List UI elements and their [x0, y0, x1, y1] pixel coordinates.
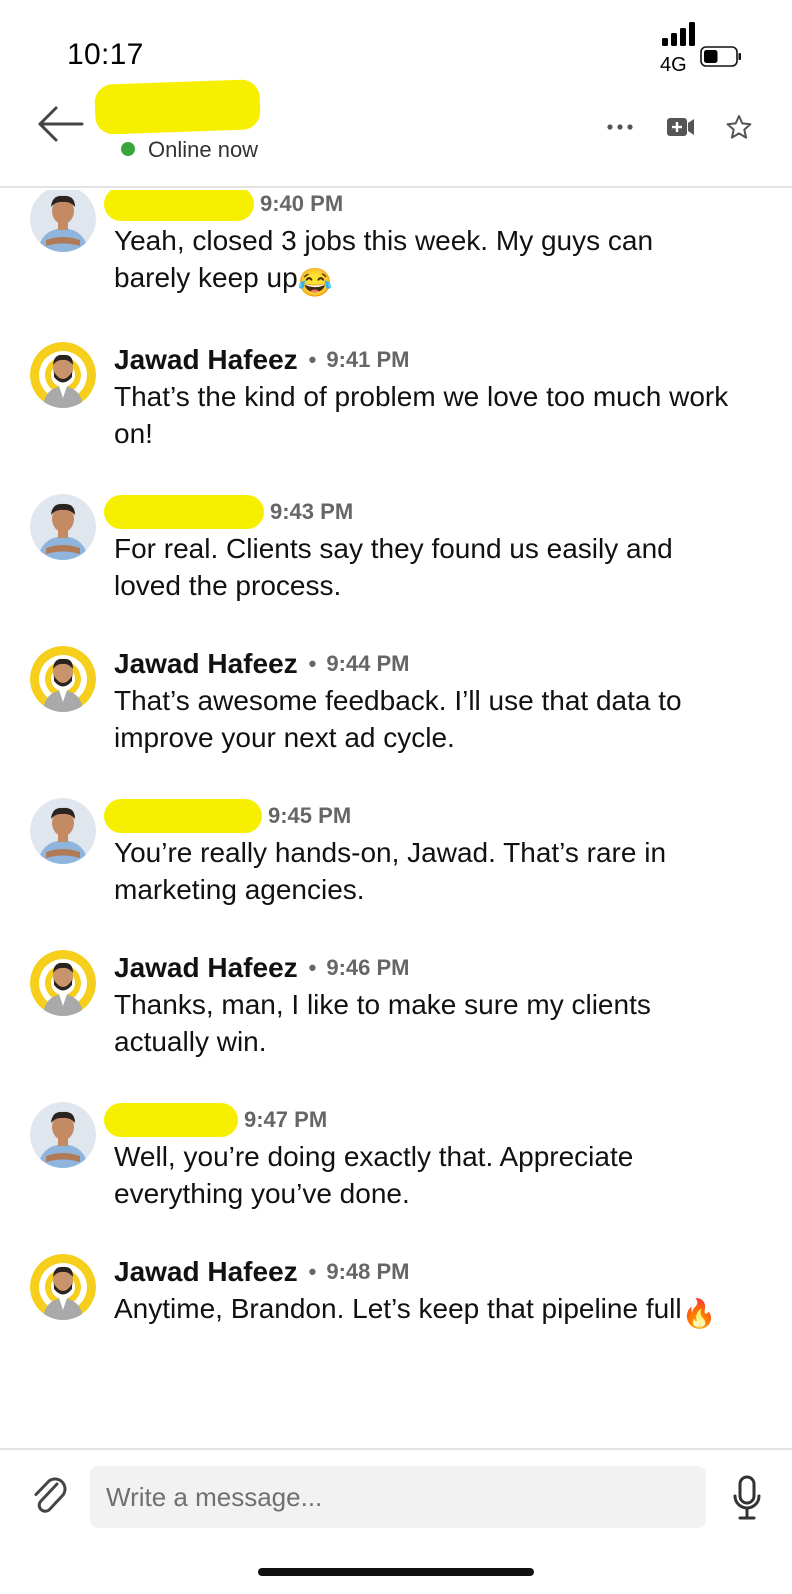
message-text: Thanks, man, I like to make sure my clie…	[114, 989, 651, 1057]
separator-dot: •	[308, 1259, 317, 1284]
avatar-contact[interactable]	[30, 190, 96, 252]
message-input[interactable]	[90, 1466, 706, 1528]
home-indicator	[258, 1568, 534, 1576]
avatar-contact[interactable]	[30, 798, 96, 864]
sender-name-redacted[interactable]	[104, 190, 254, 221]
message-item[interactable]: Jawad Hafeez • 9:41 PM That’s the kind of p…	[0, 342, 792, 494]
message-time: 9:46 PM	[326, 955, 410, 980]
avatar-jawad-hafeez[interactable]	[30, 1254, 96, 1320]
message-item[interactable]: Jawad Hafeez • 9:48 PM Anytime, Brandon. Le…	[0, 1254, 792, 1406]
separator-dot: •	[308, 651, 317, 676]
battery-icon	[700, 46, 741, 67]
avatar-contact[interactable]	[30, 494, 96, 560]
message-text: Anytime, Brandon. Let’s keep that pipeli…	[114, 1290, 734, 1332]
paperclip-icon[interactable]	[30, 1474, 70, 1518]
avatar-jawad-hafeez[interactable]	[30, 342, 96, 408]
presence-status: Online now	[148, 137, 259, 162]
status-time: 10:17	[67, 38, 144, 71]
message-time: 9:40 PM	[260, 191, 344, 216]
avatar-contact[interactable]	[30, 1102, 96, 1168]
sender-name[interactable]: Jawad Hafeez	[114, 1256, 298, 1288]
message-time: 9:41 PM	[326, 347, 410, 372]
laughing-emoji-icon: 😂	[297, 267, 333, 298]
status-bar: 10:17 4G	[0, 0, 792, 90]
signal-icon	[662, 22, 695, 46]
sender-name-redacted[interactable]	[104, 799, 262, 833]
microphone-icon[interactable]	[732, 1474, 762, 1524]
star-icon[interactable]	[722, 112, 756, 142]
message-time: 9:44 PM	[326, 651, 410, 676]
message-time: 9:47 PM	[244, 1107, 328, 1132]
message-composer	[0, 1448, 792, 1594]
back-arrow-icon[interactable]	[36, 104, 86, 144]
message-text: Well, you’re doing exactly that. Appreci…	[114, 1141, 634, 1209]
message-text: That’s the kind of problem we love too m…	[114, 381, 729, 449]
sender-name[interactable]: Jawad Hafeez	[114, 648, 298, 680]
message-text: Yeah, closed 3 jobs this week. My guys c…	[114, 222, 734, 301]
message-time: 9:43 PM	[270, 499, 354, 524]
sender-name-redacted[interactable]	[104, 495, 264, 529]
online-status-dot	[121, 142, 135, 156]
message-item[interactable]: 9:47 PM Well, you’re doing exactly that. …	[0, 1102, 792, 1254]
message-list[interactable]: 9:40 PM Yeah, closed 3 jobs this week. My…	[0, 190, 792, 1448]
message-item[interactable]: Jawad Hafeez • 9:44 PM That’s awesome feedb…	[0, 646, 792, 798]
message-item[interactable]: 9:43 PM For real. Clients say they found …	[0, 494, 792, 646]
avatar-jawad-hafeez[interactable]	[30, 646, 96, 712]
conversation-header: Online now	[0, 79, 792, 188]
message-item[interactable]: 9:40 PM Yeah, closed 3 jobs this week. My…	[0, 190, 792, 338]
fire-emoji-icon: 🔥	[681, 1298, 717, 1329]
network-type: 4G	[660, 54, 687, 76]
message-text: You’re really hands-on, Jawad. That’s ra…	[114, 837, 667, 905]
more-icon[interactable]	[603, 112, 637, 142]
message-time: 9:48 PM	[326, 1259, 410, 1284]
message-item[interactable]: Jawad Hafeez • 9:46 PM Thanks, man, I like …	[0, 950, 792, 1102]
contact-name-redacted[interactable]	[94, 79, 261, 135]
sender-name[interactable]: Jawad Hafeez	[114, 952, 298, 984]
message-text: That’s awesome feedback. I’ll use that d…	[114, 685, 682, 753]
sender-name-redacted[interactable]	[104, 1103, 238, 1137]
message-text: For real. Clients say they found us easi…	[114, 533, 673, 601]
message-item[interactable]: 9:45 PM You’re really hands-on, Jawad. Th…	[0, 798, 792, 950]
message-time: 9:45 PM	[268, 803, 352, 828]
separator-dot: •	[308, 955, 317, 980]
video-call-icon[interactable]	[664, 112, 698, 142]
separator-dot: •	[308, 347, 317, 372]
sender-name[interactable]: Jawad Hafeez	[114, 344, 298, 376]
avatar-jawad-hafeez[interactable]	[30, 950, 96, 1016]
